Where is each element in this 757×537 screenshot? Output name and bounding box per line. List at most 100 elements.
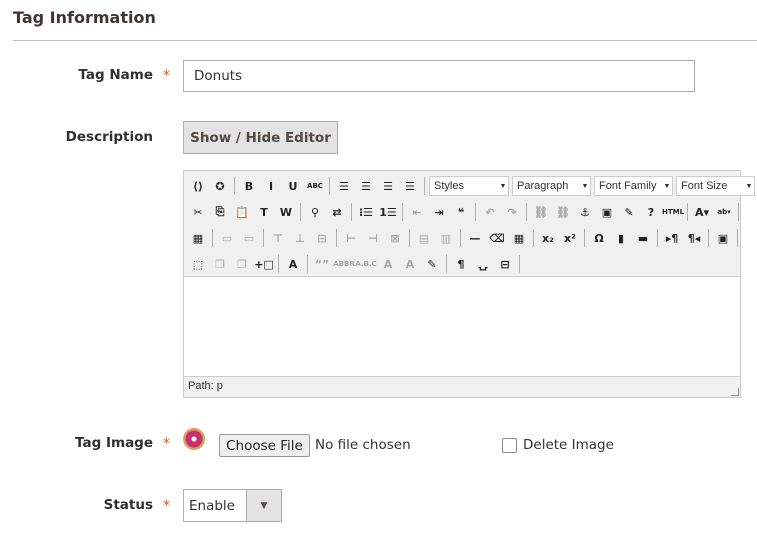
cleanup-icon[interactable]: ✎ <box>619 202 639 222</box>
ins-icon[interactable]: A <box>400 254 420 274</box>
variable-icon[interactable]: ✪ <box>210 176 230 196</box>
cut-icon[interactable]: ✂ <box>188 202 208 222</box>
toolbar-separator <box>212 229 213 247</box>
insert-row-after-icon[interactable]: ⊥ <box>290 228 310 248</box>
required-mark: * <box>163 68 170 84</box>
toolbar-separator <box>336 229 337 247</box>
status-select[interactable]: Enable ▼ <box>183 489 282 522</box>
unlink-icon[interactable]: ⛓ <box>553 202 573 222</box>
toolbar-separator <box>657 229 658 247</box>
paste-icon[interactable]: 📋 <box>232 202 252 222</box>
paste-text-icon[interactable]: T <box>254 202 274 222</box>
align-justify-icon[interactable]: ☰ <box>400 176 420 196</box>
horizontal-rule-icon[interactable]: — <box>465 228 485 248</box>
table-properties-icon[interactable]: ▦ <box>188 228 208 248</box>
paste-word-icon[interactable]: W <box>276 202 296 222</box>
chevron-down-icon[interactable]: ▼ <box>580 177 590 195</box>
toolbar-separator <box>708 229 709 247</box>
visual-aid-icon[interactable]: ▦ <box>509 228 529 248</box>
delete-image-label[interactable]: Delete Image <box>523 437 614 453</box>
copy-icon[interactable]: ⎘ <box>210 202 230 222</box>
cite-icon[interactable]: “” <box>312 254 332 274</box>
outdent-icon[interactable]: ⇤ <box>407 202 427 222</box>
toolbar-select-font-family[interactable]: Font Family ▼ <box>594 176 673 196</box>
wysiwyg-editor: ⟨⟩ ✪ B I U ABC ☰ ☰ ☰ ☰ Styles ▼ Paragraph ▼ Font Famil… <box>183 170 755 398</box>
redo-icon[interactable]: ↷ <box>502 202 522 222</box>
chevron-down-icon[interactable]: ▼ <box>662 177 672 195</box>
chevron-down-icon[interactable]: ▼ <box>498 177 508 195</box>
bold-icon[interactable]: B <box>239 176 259 196</box>
toolbar-select-paragraph[interactable]: Paragraph ▼ <box>512 176 591 196</box>
insert-row-before-icon[interactable]: ⊤ <box>268 228 288 248</box>
html-icon[interactable]: HTML <box>662 202 684 222</box>
cell-properties-icon[interactable]: ▭ <box>239 228 259 248</box>
delete-col-icon[interactable]: ⊠ <box>385 228 405 248</box>
help-icon[interactable]: ? <box>641 202 661 222</box>
image-icon[interactable]: ▣ <box>597 202 617 222</box>
chevron-down-icon[interactable]: ▼ <box>744 177 754 195</box>
subscript-icon[interactable]: x₂ <box>538 228 558 248</box>
special-char-icon[interactable]: Ω <box>589 228 609 248</box>
move-backward-icon[interactable]: ❐ <box>232 254 252 274</box>
indent-icon[interactable]: ⇥ <box>429 202 449 222</box>
advanced-hr-icon[interactable]: ▬ <box>633 228 653 248</box>
bullet-list-icon[interactable]: ⁝☰ <box>356 202 376 222</box>
select-label: Styles <box>434 180 464 192</box>
absolute-icon[interactable]: +□ <box>254 254 274 274</box>
search-icon[interactable]: ⚲ <box>305 202 325 222</box>
show-hide-editor-button[interactable]: Show / Hide Editor <box>183 121 338 154</box>
editor-content-area[interactable] <box>184 276 740 377</box>
toolbar-row: ⟨⟩ ✪ B I U ABC ☰ ☰ ☰ ☰ Styles ▼ Paragraph ▼ Font Famil… <box>188 174 757 198</box>
merge-cells-icon[interactable]: ▥ <box>436 228 456 248</box>
tag-name-input[interactable] <box>183 60 695 92</box>
background-color-icon[interactable]: ab▾ <box>714 202 734 222</box>
underline-icon[interactable]: U <box>283 176 303 196</box>
move-forward-icon[interactable]: ❐ <box>210 254 230 274</box>
attributes-icon[interactable]: ✎ <box>422 254 442 274</box>
delete-row-icon[interactable]: ⊟ <box>312 228 332 248</box>
text-color-icon[interactable]: A▾ <box>692 202 712 222</box>
remove-format-icon[interactable]: ⌫ <box>487 228 507 248</box>
toolbar-separator <box>234 177 235 195</box>
split-cells-icon[interactable]: ▤ <box>414 228 434 248</box>
page-break-icon[interactable]: ⊟ <box>495 254 515 274</box>
widget-icon[interactable]: ⟨⟩ <box>188 176 208 196</box>
nonbreaking-icon[interactable]: ⍽ <box>473 254 493 274</box>
strikethrough-icon[interactable]: ABC <box>305 176 325 196</box>
anchor-icon[interactable]: ⚓ <box>575 202 595 222</box>
delete-image-checkbox[interactable] <box>502 438 517 453</box>
undo-icon[interactable]: ↶ <box>480 202 500 222</box>
align-center-icon[interactable]: ☰ <box>356 176 376 196</box>
file-status: No file chosen <box>315 437 411 453</box>
align-right-icon[interactable]: ☰ <box>378 176 398 196</box>
italic-icon[interactable]: I <box>261 176 281 196</box>
toolbar-separator <box>446 255 447 273</box>
numbered-list-icon[interactable]: 1☰ <box>378 202 398 222</box>
style-props-icon[interactable]: A <box>283 254 303 274</box>
del-icon[interactable]: A <box>378 254 398 274</box>
resize-handle[interactable] <box>731 388 739 396</box>
chevron-down-icon[interactable]: ▼ <box>246 490 281 521</box>
blockquote-icon[interactable]: ❝ <box>451 202 471 222</box>
toolbar-select-styles[interactable]: Styles ▼ <box>429 176 509 196</box>
replace-icon[interactable]: ⇄ <box>327 202 347 222</box>
align-left-icon[interactable]: ☰ <box>334 176 354 196</box>
fullscreen-icon[interactable]: ▣ <box>713 228 733 248</box>
toolbar-separator <box>424 177 425 195</box>
media-icon[interactable]: ▮ <box>611 228 631 248</box>
insert-col-after-icon[interactable]: ⊣ <box>363 228 383 248</box>
insert-col-before-icon[interactable]: ⊢ <box>341 228 361 248</box>
toolbar-separator <box>300 203 301 221</box>
row-properties-icon[interactable]: ▭ <box>217 228 237 248</box>
visual-chars-icon[interactable]: ¶ <box>451 254 471 274</box>
insert-layer-icon[interactable]: ⬚ <box>188 254 208 274</box>
abbr-icon[interactable]: ABBR <box>333 254 354 274</box>
toolbar-separator <box>584 229 585 247</box>
link-icon[interactable]: ⛓ <box>531 202 551 222</box>
toolbar-select-font-size[interactable]: Font Size ▼ <box>676 176 755 196</box>
rtl-icon[interactable]: ¶◂ <box>684 228 704 248</box>
superscript-icon[interactable]: x² <box>560 228 580 248</box>
ltr-icon[interactable]: ▸¶ <box>662 228 682 248</box>
choose-file-button[interactable]: Choose File <box>219 434 310 457</box>
acronym-icon[interactable]: A.B.C <box>355 254 376 274</box>
